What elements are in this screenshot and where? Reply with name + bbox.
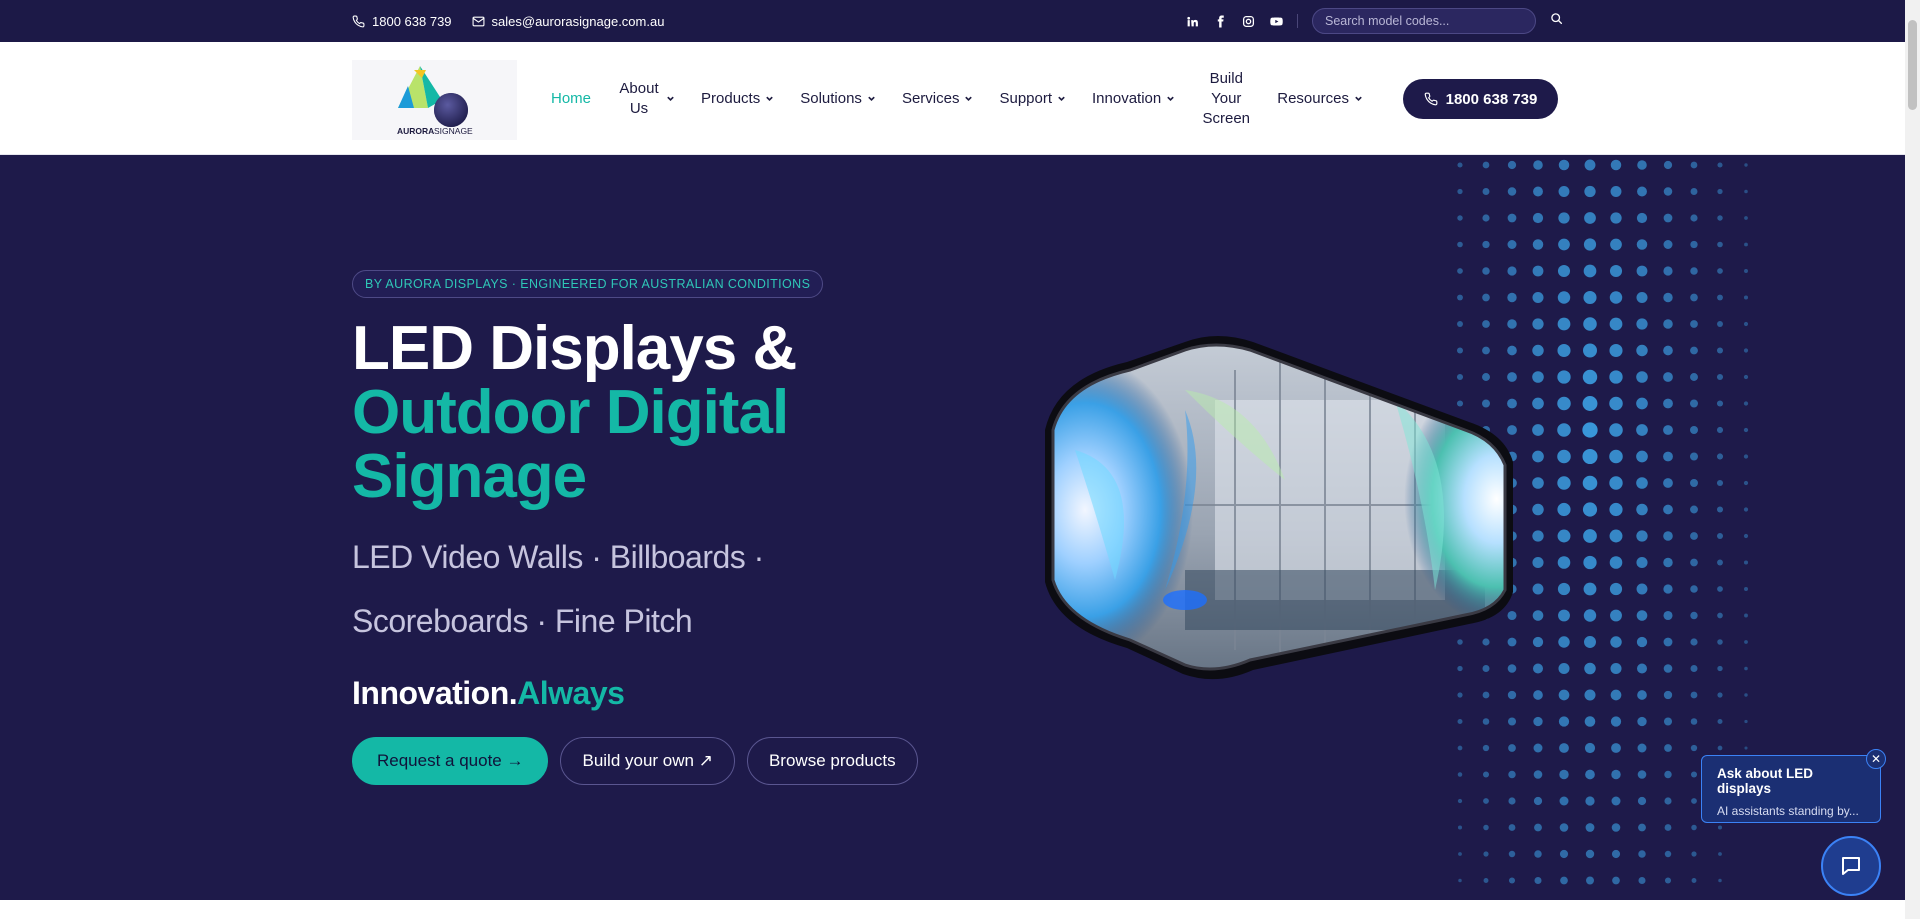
divider — [1297, 14, 1298, 28]
phone-text: 1800 638 739 — [372, 13, 452, 29]
nav-services[interactable]: Services — [889, 89, 987, 109]
phone-icon — [352, 15, 365, 27]
mail-icon — [472, 16, 484, 26]
chat-prompt-title: Ask about LED displays — [1717, 766, 1814, 796]
call-button-label: 1800 638 739 — [1445, 90, 1538, 108]
hero-section: BY AURORA DISPLAYS · ENGINEERED FOR AUST… — [0, 155, 1905, 900]
chevron-down-icon — [965, 96, 973, 101]
hero-badge: BY AURORA DISPLAYS · ENGINEERED FOR AUST… — [352, 270, 824, 298]
request-quote-button[interactable]: Request a quote → — [352, 737, 549, 785]
youtube-icon[interactable] — [1269, 14, 1283, 28]
page-scrollbar[interactable] — [1905, 0, 1920, 919]
nav-solutions-label: Solutions — [800, 89, 862, 107]
chat-launcher-button[interactable] — [1821, 836, 1881, 896]
nav-support[interactable]: Support — [986, 89, 1079, 109]
email-link[interactable]: sales@aurorasignage.com.au — [472, 13, 665, 29]
nav-resources[interactable]: Resources — [1264, 89, 1376, 109]
phone-link[interactable]: 1800 638 739 — [352, 14, 452, 29]
nav-support-label: Support — [999, 89, 1053, 107]
contact-info: 1800 638 739 sales@aurorasignage.com.au — [352, 0, 664, 42]
linkedin-icon[interactable] — [1185, 14, 1199, 28]
nav-solutions[interactable]: Solutions — [787, 89, 889, 109]
nav-products-label: Products — [701, 89, 761, 107]
chat-prompt-subtitle: AI assistants standing by... — [1717, 804, 1859, 818]
nav-about-us-label: About Us — [619, 79, 659, 117]
hero-tagline: Innovation.Always — [352, 675, 625, 712]
led-display-image — [1035, 330, 1555, 700]
search-icon[interactable] — [1550, 12, 1563, 30]
phone-icon — [1424, 92, 1438, 106]
nav-home[interactable]: Home — [538, 89, 604, 109]
browse-products-button[interactable]: Browse products — [746, 737, 918, 785]
tagline-innovation: Innovation. — [352, 675, 518, 711]
instagram-icon[interactable] — [1241, 14, 1255, 28]
svg-text:SIGNAGE: SIGNAGE — [434, 126, 473, 136]
chevron-down-icon — [868, 96, 875, 101]
chat-prompt-card[interactable]: Ask about LED displays AI assistants sta… — [1701, 755, 1881, 823]
chevron-down-icon — [766, 96, 773, 101]
chat-bubble-icon — [1842, 857, 1860, 875]
chevron-down-icon — [667, 96, 674, 101]
hero-subtitle: LED Video Walls · Billboards · Scoreboar… — [352, 539, 764, 639]
model-search-input[interactable] — [1312, 8, 1536, 34]
hero-actions: Request a quote → Build your own ↗ Brows… — [352, 737, 918, 785]
nav-innovation[interactable]: Innovation — [1079, 89, 1188, 109]
facebook-icon[interactable] — [1213, 14, 1227, 28]
nav-build-your-screen[interactable]: Build Your Screen — [1188, 69, 1264, 129]
chevron-down-icon — [1355, 96, 1362, 101]
topbar-right — [1185, 0, 1905, 42]
call-button[interactable]: 1800 638 739 — [1403, 79, 1558, 119]
hero-title-line2: Outdoor Digital — [352, 378, 789, 447]
close-icon[interactable]: ✕ — [1866, 749, 1886, 769]
nav-resources-label: Resources — [1277, 89, 1349, 107]
hero-title: LED Displays & Outdoor Digital Signage — [352, 314, 797, 511]
svg-text:AURORA: AURORA — [397, 126, 434, 136]
tagline-always: Always — [517, 675, 625, 711]
next-section-edge — [0, 900, 1905, 919]
chevron-down-icon — [1058, 96, 1065, 101]
email-text: sales@aurorasignage.com.au — [491, 13, 665, 29]
build-your-own-button[interactable]: Build your own ↗ — [560, 737, 735, 785]
nav-services-label: Services — [901, 89, 960, 107]
nav-innovation-label: Innovation — [1092, 89, 1162, 107]
scrollbar-thumb[interactable] — [1908, 20, 1917, 110]
nav-products[interactable]: Products — [688, 89, 787, 109]
nav-about-us[interactable]: About Us — [604, 79, 688, 119]
hero-title-line1: LED Displays & — [352, 314, 797, 383]
top-utility-bar: 1800 638 739 sales@aurorasignage.com.au — [0, 0, 1905, 42]
aurora-logo[interactable]: AURORA SIGNAGE — [352, 60, 517, 140]
primary-nav: Home About Us Products Solutions Service… — [538, 42, 1376, 155]
nav-build-your-screen-label: Build Your Screen — [1202, 69, 1251, 127]
chevron-down-icon — [1167, 96, 1175, 101]
main-navbar: AURORA SIGNAGE Home About Us Products So… — [0, 42, 1905, 155]
hero-title-line3: Signage — [352, 442, 587, 511]
nav-home-label: Home — [551, 89, 592, 107]
